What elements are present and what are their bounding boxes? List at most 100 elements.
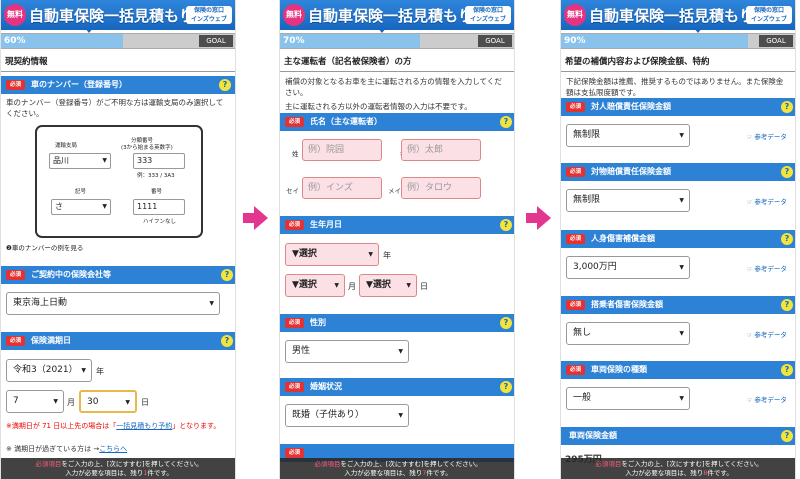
required-badge: 必須 [285,318,304,328]
section-title: 現契約情報 [1,49,235,72]
number-hint: ハイフンなし [143,219,177,225]
progress-marker [694,28,703,33]
first-name-kana-input[interactable]: 例）タロウ [401,177,481,199]
chevron-down-icon: ▼ [53,398,58,405]
help-icon[interactable]: ? [781,166,793,178]
chevron-down-icon: ▼ [679,395,684,402]
chevron-down-icon: ▼ [679,330,684,337]
question-bar-vehicle-type: 必須 車両保険の種類 ? [561,361,795,379]
question-label: 生年月日 [310,220,342,229]
help-icon[interactable]: ? [500,381,512,393]
site-header: 無料 自動車保険一括見積もり 保険の窓口 インズウェブ [280,0,514,30]
vehicle-insurance-type-select[interactable]: 一般 ▼ [566,387,690,410]
sei-label: 姓 [292,150,299,158]
personal-injury-select[interactable]: 3,000万円 ▼ [566,256,690,279]
site-title: 自動車保険一括見積もり [29,7,195,25]
help-icon[interactable]: ? [500,317,512,329]
help-icon[interactable]: ? [221,269,233,281]
bodily-liability-select[interactable]: 無制限 ▼ [566,124,690,147]
birth-day-select[interactable]: ▼選択 ▼ [359,274,417,297]
help-icon[interactable]: ? [781,430,793,442]
question-label: 人身傷害補償金額 [591,234,655,243]
help-icon[interactable]: ? [781,233,793,245]
last-name-input[interactable]: 例）院园 [302,139,382,161]
gender-select[interactable]: 男性 ▼ [285,340,409,363]
required-badge: 必須 [285,117,304,127]
step-panel-current-contract: 無料 自動車保険一括見積もり 保険の窓口 インズウェブ 60% GOAL 現契約情… [0,0,236,479]
chevron-down-icon: ▼ [81,367,86,374]
arrow-right-icon [243,206,269,230]
help-icon[interactable]: ? [500,116,512,128]
reference-data-link[interactable]: ☞ 参考データ [747,329,787,339]
required-badge: 必須 [6,80,25,90]
question-bar-insurer: 必須 ご契約中の保険会社等 ? [1,266,235,284]
question-label: 車両保険の種類 [591,365,647,374]
last-name-kana-input[interactable]: 例）インズ [302,177,382,199]
help-icon[interactable]: ? [781,299,793,311]
marital-select[interactable]: 既婚（子供あり） ▼ [285,404,409,427]
birth-year-select[interactable]: ▼選択 ▼ [285,243,379,266]
help-icon[interactable]: ? [781,101,793,113]
era-year-select[interactable]: 令和3（2021） ▼ [6,359,92,382]
expiry-note: ※満期日が 71 日以上先の場合は「一括見積もり予約」となります。 [6,422,221,430]
section-title: 希望の補償内容および保険金額、特約 [561,49,795,72]
question-bar-bodily: 必須 対人賠償責任保険金額 ? [561,98,795,116]
reference-data-link[interactable]: ☞ 参考データ [747,131,787,141]
required-badge: 必須 [6,336,25,346]
chevron-down-icon: ▼ [102,157,107,164]
reference-data-link[interactable]: ☞ 参考データ [747,263,787,273]
question-bar-gender: 必須 性別 ? [280,314,514,332]
screenshot-root: 無料 自動車保険一括見積もり 保険の窓口 インズウェブ 60% GOAL 現契約情… [0,0,800,479]
question-bar-name: 必須 氏名（主な運転者） ? [280,113,514,131]
plate-number-input[interactable]: 1111 [133,199,185,215]
help-icon[interactable]: ? [221,335,233,347]
day-select[interactable]: 30 ▼ [79,390,137,413]
question-bar-plate: 必須 車のナンバー（登録番号） ? [1,76,235,94]
footer-status: 必須項目をご入力の上、[次にすすむ]を押してください。 入力が必要な項目は、残り… [1,458,235,479]
required-badge: 必須 [285,448,304,458]
brand-logo: 保険の窓口 インズウェブ [465,6,511,24]
required-badge: 必須 [566,102,585,112]
property-liability-select[interactable]: 無制限 ▼ [566,189,690,212]
class-number-input[interactable]: 333 [133,153,185,169]
question-bar-passenger: 必須 搭乗者傷害保険金額 ? [561,296,795,314]
reference-data-link[interactable]: ☞ 参考データ [747,394,787,404]
progress-bar: 60% GOAL [1,28,235,49]
first-name-input[interactable]: 例）太郎 [401,139,481,161]
pointing-hand-icon: ☞ [747,134,753,141]
chevron-down-icon: ▼ [679,197,684,204]
required-badge: 必須 [566,234,585,244]
question-bar-marital: 必須 婚姻状況 ? [280,378,514,396]
chevron-down-icon: ▼ [334,282,339,289]
free-badge: 無料 [283,4,305,26]
progress-percent: 90% [564,36,586,46]
insurer-select[interactable]: 東京海上日動 ▼ [6,292,220,315]
plate-instructions: 車のナンバー（登録番号）がご不明な方は運輸支局のみ選択してください。 [6,98,224,118]
help-icon[interactable]: ? [219,79,231,91]
day-suffix: 日 [420,282,428,291]
question-label: 対人賠償責任保険金額 [591,102,671,111]
expired-link[interactable]: こちらへ [99,445,127,453]
arrow-right-icon [526,206,552,230]
kana-select[interactable]: さ ▼ [51,199,111,215]
plate-example-link[interactable]: ❷車のナンバーの例を見る [1,240,88,257]
chevron-down-icon: ▼ [125,399,130,406]
progress-bar: 70% GOAL [280,28,514,49]
reference-data-link[interactable]: ☞ 参考データ [747,196,787,206]
number-label: 番号 [151,189,163,195]
site-header: 無料 自動車保険一括見積もり 保険の窓口 インズウェブ [561,0,795,30]
pointing-hand-icon: ☞ [747,266,753,273]
step-panel-driver: 無料 自動車保険一括見積もり 保険の窓口 インズウェブ 70% GOAL 主な運転… [279,0,515,479]
reservation-link[interactable]: 一括見積もり予約 [116,422,172,430]
help-icon[interactable]: ? [500,219,512,231]
chevron-down-icon: ▼ [102,203,107,210]
passenger-injury-select[interactable]: 無し ▼ [566,322,690,345]
mei-kana-label: メイ [388,187,401,195]
footer-status: 必須項目をご入力の上、[次にすすむ]を押してください。 入力が必要な項目は、残り… [280,458,514,479]
office-select[interactable]: 品川 ▼ [49,153,111,169]
help-icon[interactable]: ? [781,364,793,376]
month-select[interactable]: 7 ▼ [6,390,64,413]
birth-month-select[interactable]: ▼選択 ▼ [285,274,345,297]
section-title: 主な運転者（記名被保険者）の方 [280,49,514,72]
question-label: ご契約中の保険会社等 [31,270,111,279]
